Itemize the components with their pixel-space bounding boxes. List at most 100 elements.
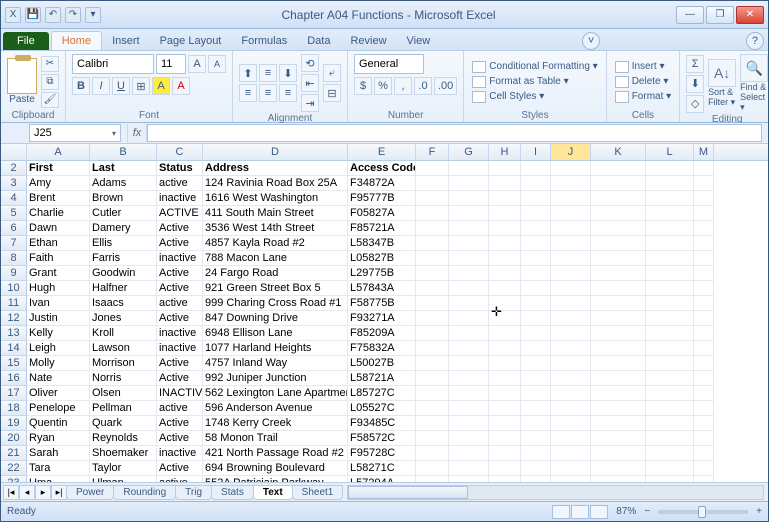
row-header[interactable]: 9 [1,266,27,281]
cell[interactable] [449,221,489,236]
cell[interactable] [646,461,694,476]
cell[interactable]: 6948 Ellison Lane [203,326,348,341]
sheet-tab-sheet1[interactable]: Sheet1 [292,485,344,500]
cell[interactable] [521,356,551,371]
cell[interactable] [646,326,694,341]
tab-home[interactable]: Home [51,31,102,50]
cell[interactable] [694,236,714,251]
cell-styles-button[interactable]: Cell Styles ▾ [470,90,599,104]
cell[interactable] [489,236,521,251]
cell[interactable]: F95728C [348,446,416,461]
cell[interactable] [694,266,714,281]
cell[interactable]: Jones [90,311,157,326]
cell[interactable] [416,446,449,461]
cell[interactable] [551,311,591,326]
cell[interactable] [646,251,694,266]
cell[interactable] [521,236,551,251]
cell[interactable] [591,191,646,206]
cell[interactable] [416,371,449,386]
page-break-view-icon[interactable] [590,505,608,519]
cell[interactable]: Last [90,161,157,176]
tab-view[interactable]: View [397,32,441,50]
cell[interactable] [489,251,521,266]
cell[interactable] [416,401,449,416]
cell[interactable]: Kelly [27,326,90,341]
cell[interactable] [489,326,521,341]
cell[interactable] [521,296,551,311]
cell[interactable] [521,386,551,401]
cell[interactable]: inactive [157,251,203,266]
cell[interactable] [591,356,646,371]
cell[interactable] [646,341,694,356]
cell[interactable] [416,461,449,476]
cell[interactable] [489,281,521,296]
cell[interactable] [646,191,694,206]
cell[interactable]: Ulman [90,476,157,482]
cell[interactable]: active [157,296,203,311]
cell[interactable] [591,296,646,311]
cell[interactable]: 4857 Kayla Road #2 [203,236,348,251]
row-header[interactable]: 20 [1,431,27,446]
cut-icon[interactable]: ✂ [41,56,59,72]
file-tab[interactable]: File [3,32,49,50]
align-bottom-icon[interactable]: ⬇ [279,64,297,82]
maximize-button[interactable]: ❐ [706,6,734,24]
cell[interactable]: 596 Anderson Avenue [203,401,348,416]
sheet-tab-rounding[interactable]: Rounding [113,485,176,500]
row-header[interactable]: 15 [1,356,27,371]
cell[interactable]: L58721A [348,371,416,386]
cell[interactable]: 24 Fargo Road [203,266,348,281]
cell[interactable]: Amy [27,176,90,191]
grow-font-icon[interactable]: A [188,55,206,73]
row-header[interactable]: 2 [1,161,27,176]
cell[interactable] [591,236,646,251]
fx-icon[interactable]: fx [127,124,147,142]
cell[interactable] [694,326,714,341]
cell[interactable]: L05827B [348,251,416,266]
cell[interactable] [591,386,646,401]
cell[interactable]: Active [157,236,203,251]
cell[interactable]: Active [157,266,203,281]
cell[interactable]: Sarah [27,446,90,461]
cell[interactable] [551,401,591,416]
cell[interactable] [521,206,551,221]
cell[interactable] [449,266,489,281]
cell[interactable]: Tara [27,461,90,476]
cell[interactable]: L58347B [348,236,416,251]
cell[interactable]: 58 Monon Trail [203,431,348,446]
cell[interactable] [449,296,489,311]
cell[interactable] [551,236,591,251]
cell[interactable]: L85727C [348,386,416,401]
cell[interactable]: 847 Downing Drive [203,311,348,326]
align-top-icon[interactable]: ⬆ [239,64,257,82]
currency-icon[interactable]: $ [354,77,372,95]
comma-icon[interactable]: , [394,77,412,95]
cell[interactable] [694,176,714,191]
cell[interactable]: L57843A [348,281,416,296]
cell[interactable] [489,191,521,206]
cell[interactable] [591,311,646,326]
sheet-tab-trig[interactable]: Trig [175,485,212,500]
cell[interactable]: Active [157,311,203,326]
cell[interactable] [489,176,521,191]
cell[interactable]: Status [157,161,203,176]
cell[interactable] [416,341,449,356]
cell[interactable] [646,386,694,401]
zoom-in-icon[interactable]: + [756,506,762,517]
cell[interactable] [416,326,449,341]
decrease-decimal-icon[interactable]: .00 [434,77,457,95]
row-header[interactable]: 14 [1,341,27,356]
cell[interactable]: 3536 West 14th Street [203,221,348,236]
cell[interactable]: F85209A [348,326,416,341]
cell[interactable]: Access Code [348,161,416,176]
cell[interactable] [416,296,449,311]
cell[interactable]: Kroll [90,326,157,341]
cell[interactable] [694,446,714,461]
cell[interactable]: F93271A [348,311,416,326]
cell[interactable] [551,371,591,386]
align-right-icon[interactable]: ≡ [279,84,297,102]
cell[interactable] [449,401,489,416]
cell[interactable] [694,161,714,176]
qat-dropdown-icon[interactable]: ▾ [85,7,101,23]
cell[interactable] [694,416,714,431]
